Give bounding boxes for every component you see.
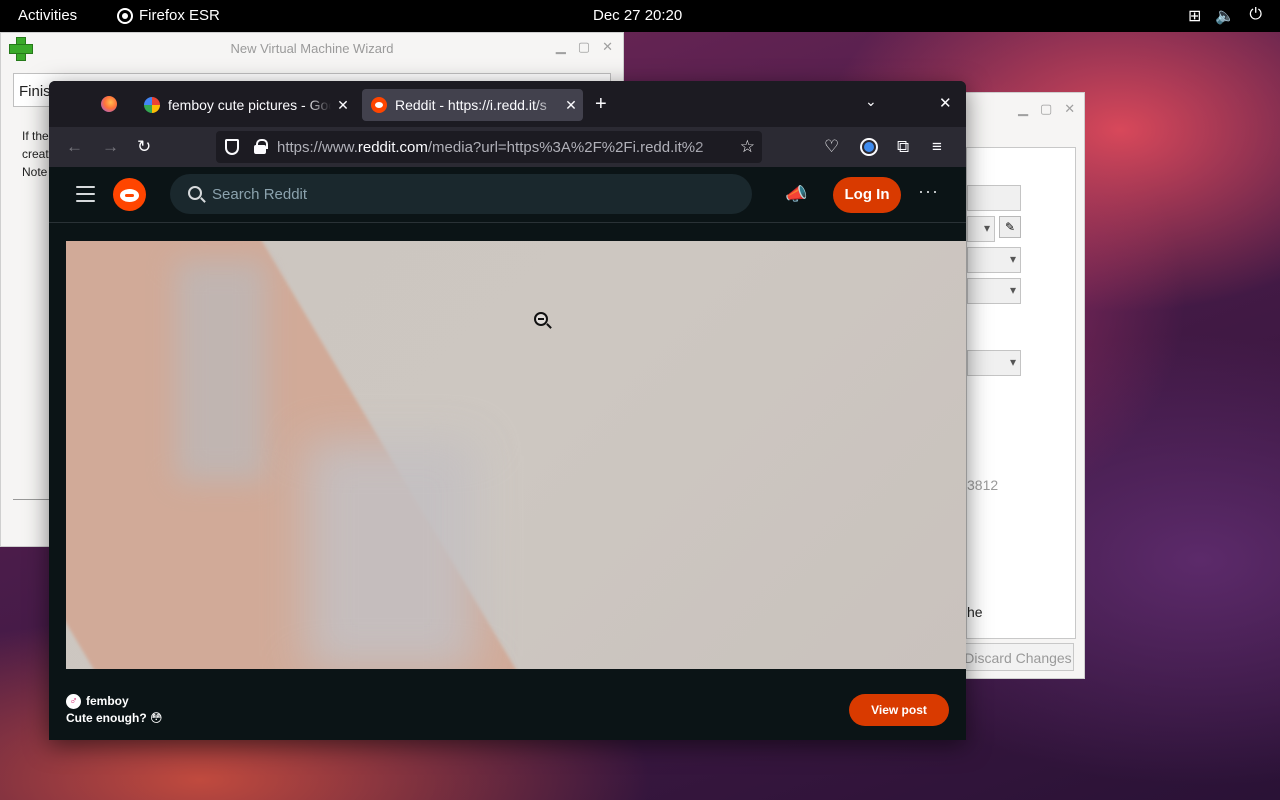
close-icon[interactable]: ✕ bbox=[939, 94, 952, 112]
post-footer: ♂ femboy Cute enough? 😳 View post bbox=[49, 675, 966, 740]
dropdown[interactable] bbox=[967, 247, 1021, 273]
partial-text: he bbox=[967, 604, 983, 620]
more-options-icon[interactable]: ··· bbox=[918, 181, 939, 202]
nav-bar: ← → ↻ https://www.reddit.com/media?url=h… bbox=[49, 127, 966, 167]
dropdown[interactable] bbox=[967, 350, 1021, 376]
reload-icon[interactable]: ↻ bbox=[137, 137, 151, 157]
settings-window: ▁ ▢ ✕ ✎ 3812 he Discard Changes bbox=[962, 92, 1085, 679]
shield-icon[interactable] bbox=[225, 139, 239, 155]
advertise-icon[interactable]: 📣 bbox=[785, 184, 807, 205]
url-bar[interactable]: https://www.reddit.com/media?url=https%3… bbox=[216, 131, 762, 163]
power-icon[interactable]: ⏻ bbox=[1249, 6, 1262, 26]
partial-number: 3812 bbox=[967, 477, 999, 493]
tab-label: femboy cute pictures - Google bbox=[168, 97, 331, 113]
search-icon bbox=[188, 186, 202, 200]
tab-strip: femboy cute pictures - Google ✕ Reddit -… bbox=[49, 81, 966, 127]
bookmark-star-icon[interactable]: ☆ bbox=[740, 137, 755, 157]
search-input[interactable] bbox=[212, 174, 732, 214]
tab-label: Reddit - https://i.redd.it/s bbox=[395, 97, 547, 113]
discard-changes-button[interactable]: Discard Changes bbox=[962, 643, 1074, 671]
lock-icon[interactable] bbox=[254, 139, 268, 154]
app-name: Firefox ESR bbox=[139, 7, 220, 24]
wizard-title: New Virtual Machine Wizard bbox=[230, 41, 394, 56]
volume-icon[interactable]: 🔈 bbox=[1215, 6, 1235, 26]
maximize-icon[interactable]: ▢ bbox=[1040, 101, 1052, 117]
log-in-button[interactable]: Log In bbox=[833, 177, 901, 213]
subreddit-icon: ♂ bbox=[66, 694, 81, 709]
wizard-text-line: If the bbox=[22, 129, 49, 143]
close-icon[interactable]: ✕ bbox=[559, 97, 583, 114]
post-title: Cute enough? 😳 bbox=[66, 711, 163, 725]
app-menu[interactable]: Firefox ESR bbox=[117, 7, 220, 24]
url-text[interactable]: https://www.reddit.com/media?url=https%3… bbox=[277, 139, 732, 156]
system-tray[interactable]: ⊞ 🔈 ⏻ bbox=[1188, 6, 1262, 26]
subreddit-name[interactable]: femboy bbox=[86, 694, 129, 708]
activities-button[interactable]: Activities bbox=[18, 7, 77, 24]
dropdown[interactable] bbox=[967, 278, 1021, 304]
close-icon[interactable]: ✕ bbox=[602, 39, 613, 55]
top-bar: Activities Firefox ESR Dec 27 20:20 ⊞ 🔈 … bbox=[0, 0, 1280, 32]
search-box[interactable] bbox=[170, 174, 752, 214]
clock[interactable]: Dec 27 20:20 bbox=[593, 7, 682, 24]
chevron-down-icon[interactable]: ⌄ bbox=[865, 93, 877, 110]
wrench-icon[interactable]: ✎ bbox=[999, 216, 1021, 238]
firefox-icon bbox=[117, 7, 133, 24]
close-icon[interactable]: ✕ bbox=[331, 97, 355, 114]
hamburger-menu-icon[interactable] bbox=[76, 186, 95, 202]
menu-icon[interactable]: ≡ bbox=[932, 137, 942, 157]
reddit-page: 📣 Log In ··· ♂ femboy Cute enough? 😳 Vie… bbox=[49, 167, 966, 740]
network-icon[interactable]: ⊞ bbox=[1188, 6, 1201, 26]
post-media-image[interactable] bbox=[66, 241, 966, 669]
firefox-window: femboy cute pictures - Google ✕ Reddit -… bbox=[49, 81, 966, 740]
tab-google-search[interactable]: femboy cute pictures - Google ✕ bbox=[135, 89, 355, 121]
extensions-icon[interactable]: ⧉ bbox=[897, 137, 909, 157]
maximize-icon[interactable]: ▢ bbox=[578, 39, 590, 55]
dropdown[interactable] bbox=[967, 216, 995, 242]
wizard-text-line: Note bbox=[22, 165, 48, 179]
reddit-icon bbox=[371, 97, 387, 113]
tab-reddit[interactable]: Reddit - https://i.redd.it/s ✕ bbox=[362, 89, 583, 121]
text-field[interactable] bbox=[967, 185, 1021, 211]
back-icon[interactable]: ← bbox=[66, 137, 83, 157]
wizard-titlebar[interactable]: New Virtual Machine Wizard ▁ ▢ ✕ bbox=[1, 33, 623, 63]
forward-icon[interactable]: → bbox=[102, 137, 119, 157]
close-icon[interactable]: ✕ bbox=[1064, 101, 1075, 117]
view-post-button[interactable]: View post bbox=[849, 694, 949, 726]
reddit-header: 📣 Log In ··· bbox=[49, 167, 966, 223]
minimize-icon[interactable]: ▁ bbox=[556, 39, 566, 55]
pocket-icon[interactable]: ♡ bbox=[824, 137, 839, 157]
settings-panel: ✎ 3812 he bbox=[966, 147, 1076, 639]
google-icon bbox=[144, 97, 160, 113]
zoom-out-cursor-icon bbox=[534, 312, 548, 326]
reddit-logo[interactable] bbox=[113, 178, 146, 211]
wizard-text-line: creat bbox=[22, 147, 49, 161]
firefox-view-icon[interactable] bbox=[101, 96, 117, 112]
new-tab-button[interactable]: + bbox=[595, 93, 607, 116]
minimize-icon[interactable]: ▁ bbox=[1018, 101, 1028, 117]
wizard-description: If the creat Note bbox=[22, 127, 49, 181]
divider bbox=[13, 499, 53, 500]
account-icon[interactable] bbox=[860, 138, 878, 156]
